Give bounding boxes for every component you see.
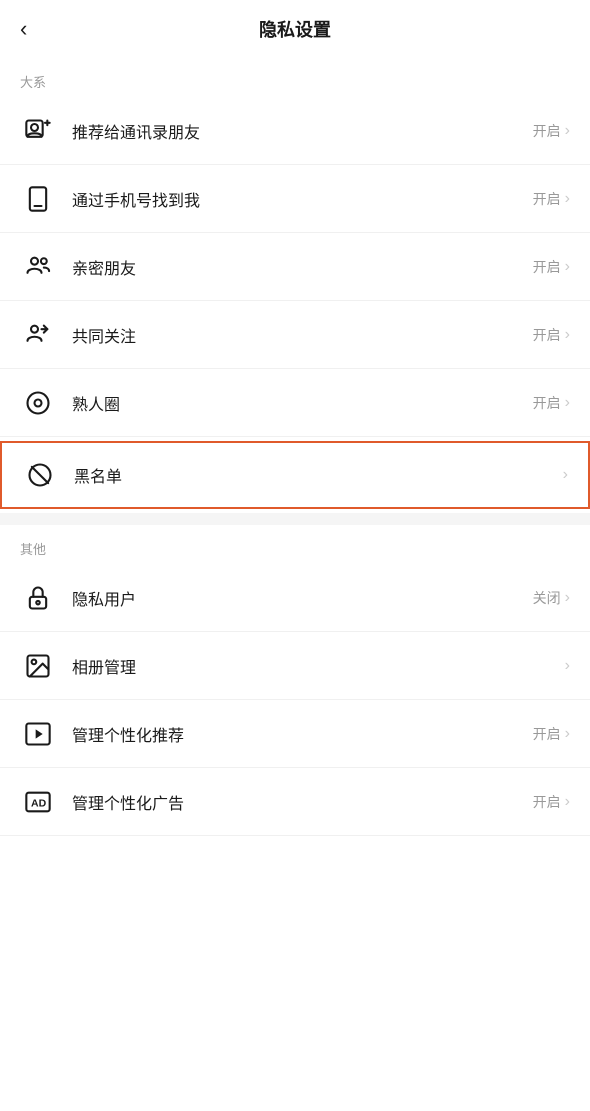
- lock-icon: [20, 580, 56, 616]
- menu-item-manage-ads[interactable]: AD 管理个性化广告开启›: [0, 768, 590, 836]
- menu-item-mutual-follow[interactable]: 共同关注开启›: [0, 301, 590, 369]
- menu-item-acquaintance-circle[interactable]: 熟人圈开启›: [0, 369, 590, 437]
- menu-status-private-user: 关闭: [533, 588, 561, 608]
- menu-status-mutual-follow: 开启: [533, 325, 561, 345]
- menu-text-album-management: 相册管理: [72, 654, 561, 678]
- menu-item-manage-personalized[interactable]: 管理个性化推荐开启›: [0, 700, 590, 768]
- svg-text:AD: AD: [31, 797, 47, 809]
- back-button[interactable]: ‹: [20, 16, 27, 42]
- chevron-right-icon: ›: [565, 657, 570, 675]
- chevron-right-icon: ›: [565, 258, 570, 276]
- phone-icon: [20, 181, 56, 217]
- menu-status-find-by-phone: 开启: [533, 189, 561, 209]
- close-friends-icon: [20, 249, 56, 285]
- chevron-right-icon: ›: [565, 589, 570, 607]
- chevron-right-icon: ›: [565, 394, 570, 412]
- person-add-icon: [20, 113, 56, 149]
- chevron-right-icon: ›: [565, 326, 570, 344]
- menu-text-manage-personalized: 管理个性化推荐: [72, 722, 533, 746]
- page-title: 隐私设置: [259, 16, 331, 42]
- menu-item-recommend-contacts[interactable]: 推荐给通讯录朋友开启›: [0, 97, 590, 165]
- menu-status-manage-ads: 开启: [533, 792, 561, 812]
- section-divider: [0, 513, 590, 525]
- ad-icon: AD: [20, 784, 56, 820]
- menu-item-private-user[interactable]: 隐私用户关闭›: [0, 564, 590, 632]
- chevron-right-icon: ›: [565, 725, 570, 743]
- play-icon: [20, 716, 56, 752]
- chevron-right-icon: ›: [565, 122, 570, 140]
- menu-status-manage-personalized: 开启: [533, 724, 561, 744]
- chevron-right-icon: ›: [565, 793, 570, 811]
- menu-text-manage-ads: 管理个性化广告: [72, 790, 533, 814]
- circle-icon: [20, 385, 56, 421]
- mutual-follow-icon: [20, 317, 56, 353]
- section-label-1: 其他: [0, 525, 590, 564]
- menu-text-find-by-phone: 通过手机号找到我: [72, 187, 533, 211]
- menu-text-acquaintance-circle: 熟人圈: [72, 391, 533, 415]
- menu-status-acquaintance-circle: 开启: [533, 393, 561, 413]
- menu-status-recommend-contacts: 开启: [533, 121, 561, 141]
- content: 大系 推荐给通讯录朋友开启› 通过手机号找到我开启› 亲密朋友开启› 共同关注开…: [0, 58, 590, 836]
- menu-text-recommend-contacts: 推荐给通讯录朋友: [72, 119, 533, 143]
- menu-item-blacklist[interactable]: 黑名单›: [0, 441, 590, 509]
- menu-item-find-by-phone[interactable]: 通过手机号找到我开启›: [0, 165, 590, 233]
- chevron-right-icon: ›: [565, 190, 570, 208]
- menu-item-close-friends[interactable]: 亲密朋友开启›: [0, 233, 590, 301]
- chevron-right-icon: ›: [563, 466, 568, 484]
- menu-text-close-friends: 亲密朋友: [72, 255, 533, 279]
- section-label-0: 大系: [0, 58, 590, 97]
- menu-status-close-friends: 开启: [533, 257, 561, 277]
- menu-item-album-management[interactable]: 相册管理›: [0, 632, 590, 700]
- album-icon: [20, 648, 56, 684]
- header: ‹ 隐私设置: [0, 0, 590, 58]
- menu-text-private-user: 隐私用户: [72, 586, 533, 610]
- block-icon: [22, 457, 58, 493]
- menu-text-blacklist: 黑名单: [74, 463, 559, 487]
- menu-text-mutual-follow: 共同关注: [72, 323, 533, 347]
